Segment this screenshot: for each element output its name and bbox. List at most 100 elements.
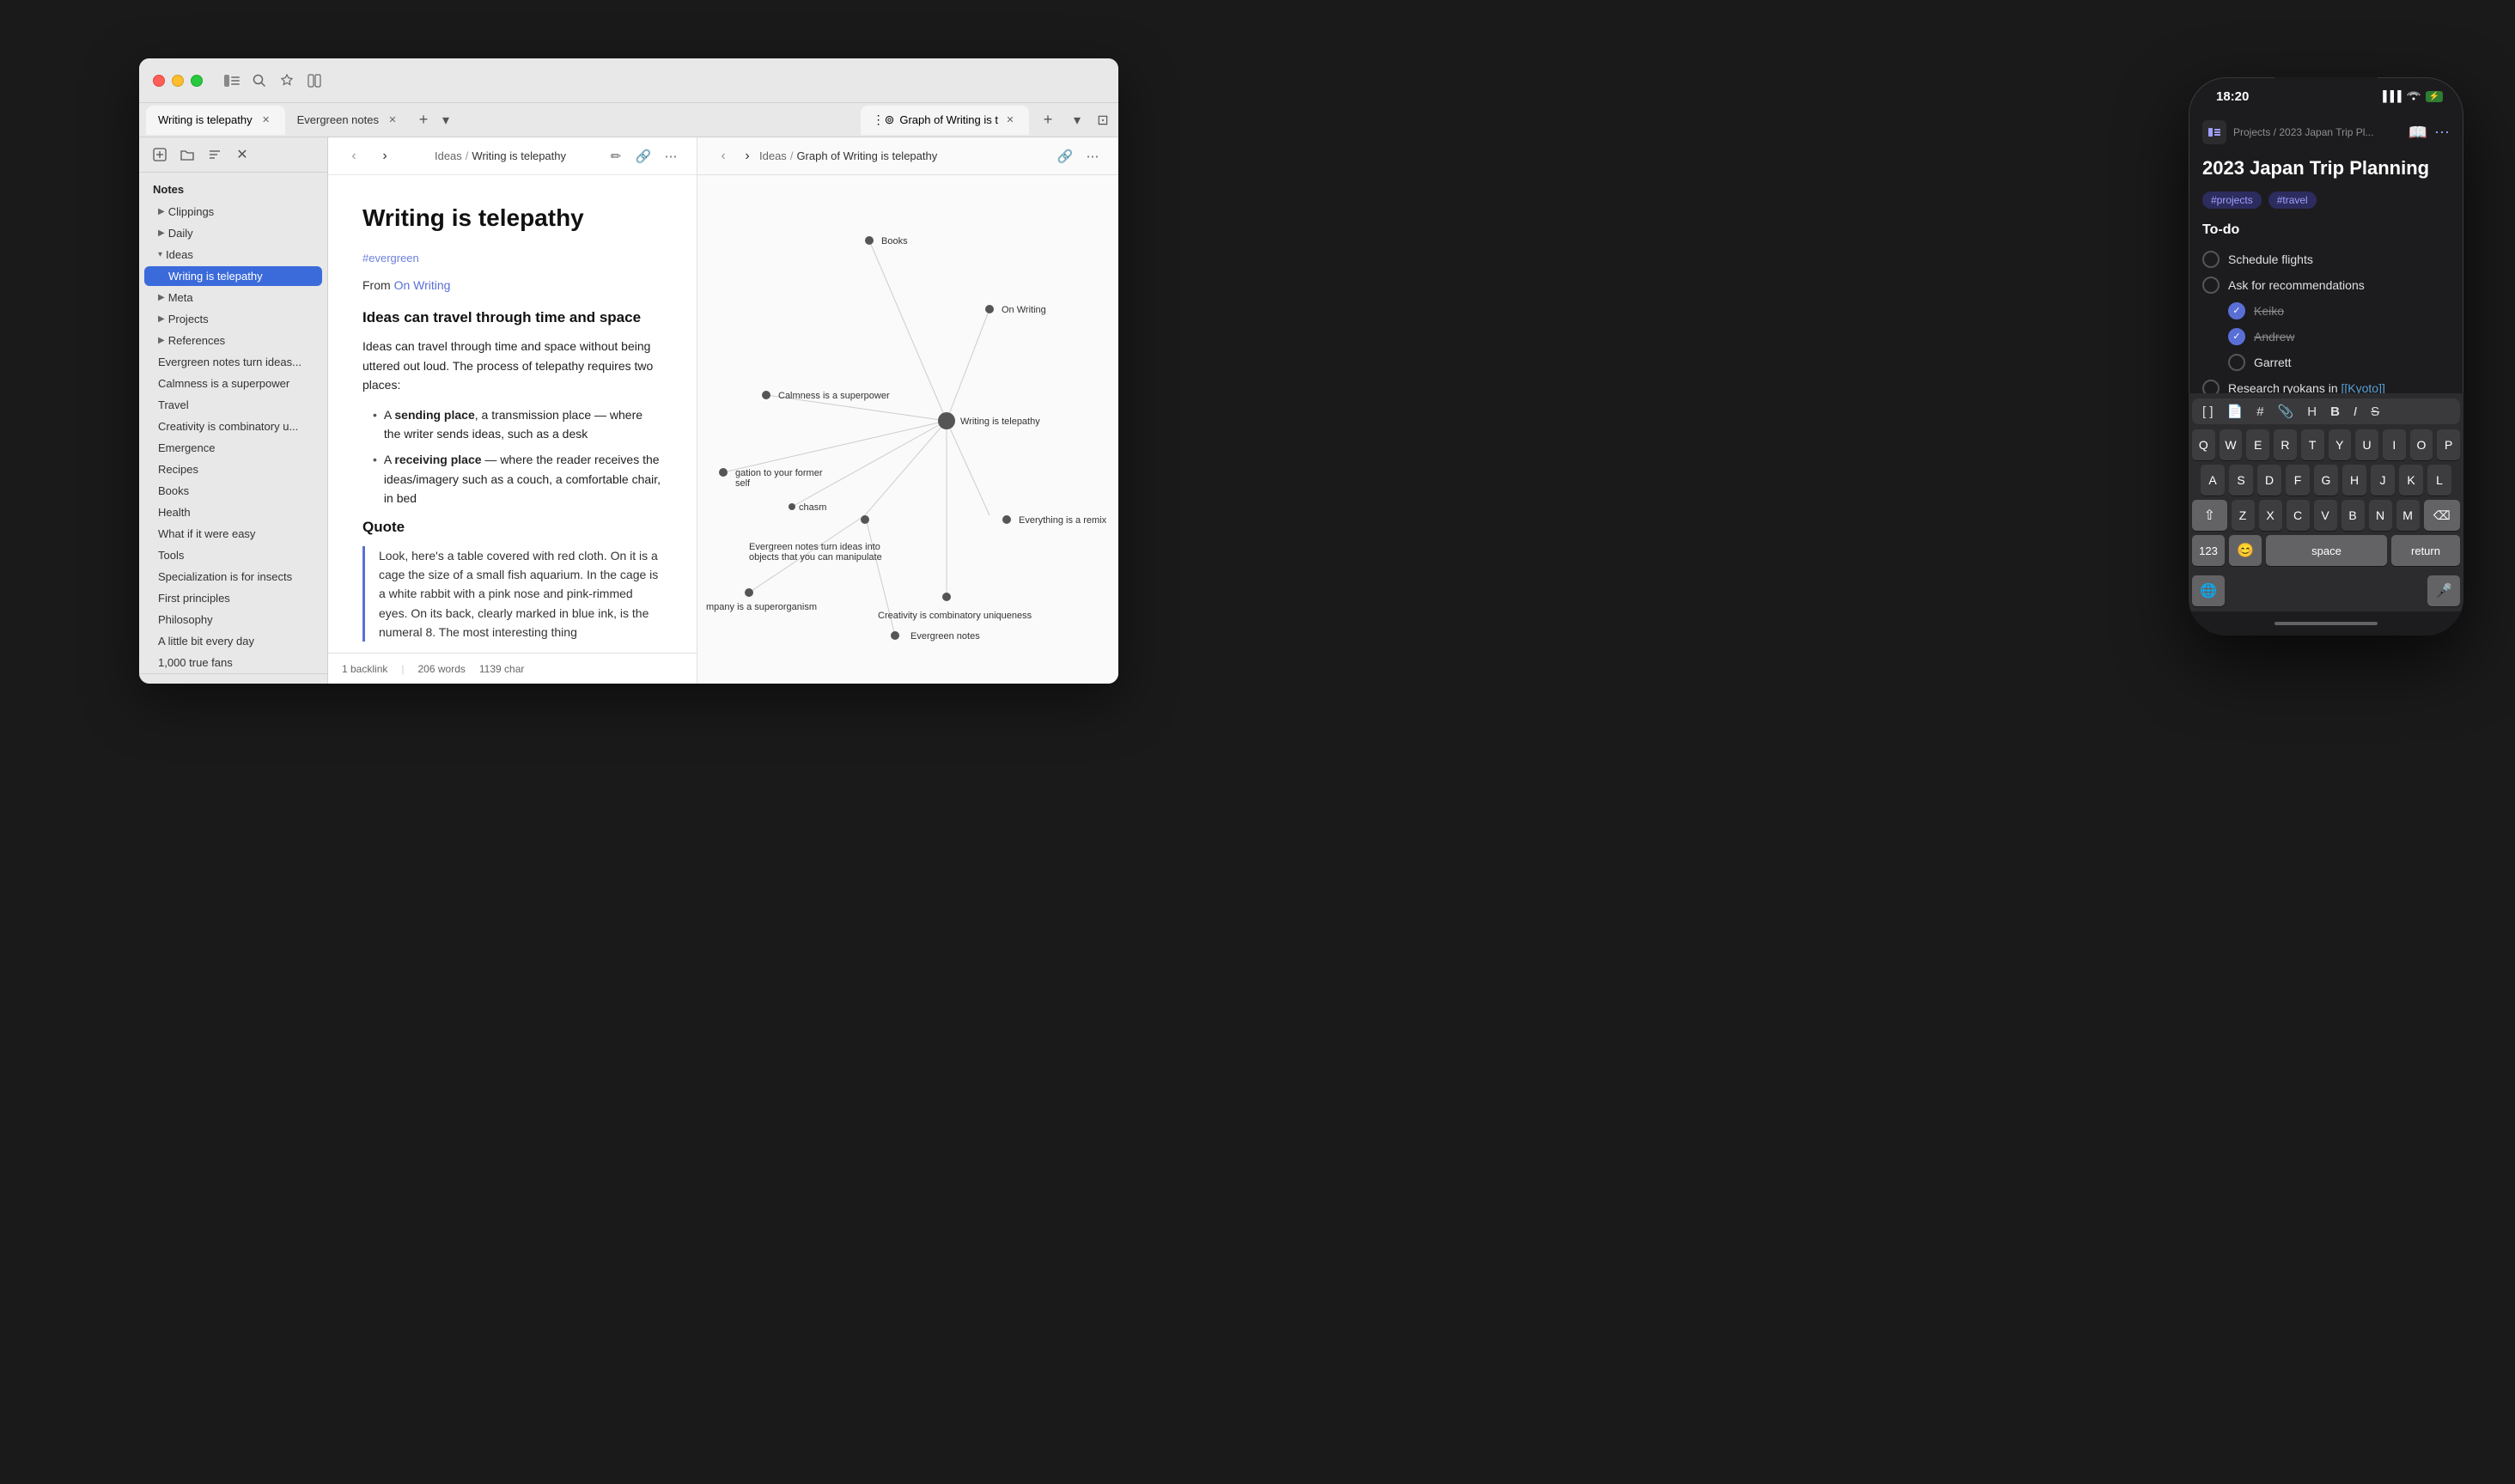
search-icon[interactable] — [251, 72, 268, 89]
tab-graph-close[interactable]: ✕ — [1003, 113, 1017, 127]
key-n[interactable]: N — [2369, 500, 2392, 531]
key-i[interactable]: I — [2383, 429, 2406, 460]
key-v[interactable]: V — [2314, 500, 2337, 531]
sidebar-item-projects[interactable]: ▶ Projects — [144, 309, 322, 329]
tabs-chevron-icon[interactable]: ▾ — [435, 110, 456, 131]
sidebar-item-clippings[interactable]: ▶ Clippings — [144, 202, 322, 222]
key-h[interactable]: H — [2342, 465, 2366, 496]
node-chasm[interactable]: chasm — [789, 502, 826, 513]
key-c[interactable]: C — [2287, 500, 2310, 531]
node-company[interactable]: mpany is a superorganism — [706, 588, 817, 612]
star-icon[interactable] — [278, 72, 295, 89]
tab-writing[interactable]: Writing is telepathy ✕ — [146, 106, 285, 135]
node-evergreen-ideas[interactable]: Evergreen notes turn ideas into objects … — [749, 515, 882, 563]
node-navigation[interactable]: gation to your former self — [719, 468, 823, 489]
sidebar-item-creativity[interactable]: Creativity is combinatory u... — [144, 417, 322, 436]
sidebar-item-ideas[interactable]: ▾ Ideas — [144, 245, 322, 265]
key-p[interactable]: P — [2437, 429, 2460, 460]
quick-open-icon[interactable]: ⊞ — [149, 681, 170, 684]
sidebar-item-specialization[interactable]: Specialization is for insects — [144, 567, 322, 587]
key-emoji[interactable]: 😊 — [2229, 535, 2262, 566]
iphone-tag-travel[interactable]: #travel — [2268, 192, 2317, 209]
sidebar-item-travel[interactable]: Travel — [144, 395, 322, 415]
checkbox-andrew[interactable] — [2228, 328, 2245, 345]
kb-bold-icon[interactable]: B — [2327, 403, 2343, 421]
note-from-link[interactable]: On Writing — [394, 278, 451, 292]
more-icon[interactable]: ⋯ — [659, 144, 683, 168]
key-g[interactable]: G — [2314, 465, 2338, 496]
key-u[interactable]: U — [2355, 429, 2378, 460]
sidebar-item-books[interactable]: Books — [144, 481, 322, 501]
new-tab-button[interactable]: + — [411, 108, 435, 132]
graph-canvas[interactable]: Books On Writing Calmness is a superpowe… — [697, 175, 1118, 684]
iphone-book-icon[interactable]: 📖 — [2408, 124, 2427, 142]
layout-split-icon[interactable]: ⊡ — [1094, 112, 1111, 129]
key-b[interactable]: B — [2341, 500, 2365, 531]
graph-link-icon[interactable]: 🔗 — [1053, 144, 1077, 168]
edit-icon[interactable]: ✏ — [604, 144, 628, 168]
back-button[interactable]: ‹ — [342, 144, 366, 168]
kb-bracket-icon[interactable]: [ ] — [2199, 403, 2217, 421]
minimize-button[interactable] — [172, 75, 184, 87]
sidebar-item-writing[interactable]: Writing is telepathy — [144, 266, 322, 286]
node-writing-active[interactable]: Writing is telepathy — [938, 412, 1040, 429]
kb-strikethrough-icon[interactable]: S — [2367, 403, 2383, 421]
key-y[interactable]: Y — [2329, 429, 2352, 460]
kb-tag-icon[interactable]: # — [2253, 403, 2267, 421]
checkbox-ask-recommendations[interactable] — [2202, 277, 2220, 294]
key-t[interactable]: T — [2301, 429, 2324, 460]
key-a[interactable]: A — [2201, 465, 2225, 496]
sidebar-item-little-bit[interactable]: A little bit every day — [144, 631, 322, 651]
new-graph-tab-button[interactable]: + — [1036, 108, 1060, 132]
graph-forward-button[interactable]: › — [735, 144, 759, 168]
sidebar-item-meta[interactable]: ▶ Meta — [144, 288, 322, 307]
kb-file-icon[interactable]: 📄 — [2224, 402, 2247, 421]
link-icon[interactable]: 🔗 — [631, 144, 655, 168]
node-on-writing[interactable]: On Writing — [985, 305, 1046, 315]
checkbox-keiko[interactable] — [2228, 302, 2245, 319]
forward-button[interactable]: › — [373, 144, 397, 168]
sidebar-item-health[interactable]: Health — [144, 502, 322, 522]
sidebar-toggle-icon[interactable] — [223, 72, 241, 89]
layout-icon[interactable] — [306, 72, 323, 89]
sort-icon[interactable] — [204, 144, 225, 165]
sidebar-item-references[interactable]: ▶ References — [144, 331, 322, 350]
kb-heading-icon[interactable]: H — [2304, 403, 2320, 421]
sidebar-item-evergreen-notes[interactable]: Evergreen notes turn ideas... — [144, 352, 322, 372]
sidebar-item-what-if[interactable]: What if it were easy — [144, 524, 322, 544]
folder-icon[interactable] — [177, 144, 198, 165]
help-icon[interactable]: ? — [180, 681, 201, 684]
node-calmness[interactable]: Calmness is a superpower — [762, 391, 890, 401]
tab-evergreen-close[interactable]: ✕ — [386, 113, 399, 127]
key-f[interactable]: F — [2286, 465, 2310, 496]
tab-writing-close[interactable]: ✕ — [259, 113, 273, 127]
breadcrumb-ideas[interactable]: Ideas — [435, 149, 462, 162]
fullscreen-button[interactable] — [191, 75, 203, 87]
sidebar-item-daily[interactable]: ▶ Daily — [144, 223, 322, 243]
sidebar-item-philosophy[interactable]: Philosophy — [144, 610, 322, 629]
new-note-icon[interactable] — [149, 144, 170, 165]
key-return[interactable]: return — [2391, 535, 2460, 566]
graph-tabs-chevron-icon[interactable]: ▾ — [1067, 110, 1087, 131]
sidebar-item-1000-fans[interactable]: 1,000 true fans — [144, 653, 322, 672]
key-w[interactable]: W — [2220, 429, 2243, 460]
graph-breadcrumb-ideas[interactable]: Ideas — [759, 149, 787, 162]
sidebar-item-first-principles[interactable]: First principles — [144, 588, 322, 608]
kb-italic-icon[interactable]: I — [2350, 403, 2360, 421]
settings-icon[interactable]: ⚙ — [211, 681, 232, 684]
key-e[interactable]: E — [2246, 429, 2269, 460]
todo-keiko[interactable]: Keiko — [2202, 298, 2450, 324]
key-m[interactable]: M — [2396, 500, 2420, 531]
key-s[interactable]: S — [2229, 465, 2253, 496]
graph-more-icon[interactable]: ⋯ — [1081, 144, 1105, 168]
todo-ryokans[interactable]: Research ryokans in [[Kyoto]] — [2202, 375, 2450, 393]
todo-ask-recommendations[interactable]: Ask for recommendations — [2202, 272, 2450, 298]
graph-back-button[interactable]: ‹ — [711, 144, 735, 168]
key-num[interactable]: 123 — [2192, 535, 2225, 566]
tab-graph[interactable]: ⋮⊚ Graph of Writing is t ✕ — [861, 106, 1029, 135]
key-d[interactable]: D — [2257, 465, 2281, 496]
key-z[interactable]: Z — [2232, 500, 2255, 531]
node-creativity[interactable]: Creativity is combinatory uniqueness — [878, 593, 1032, 621]
close-sidebar-icon[interactable]: ✕ — [232, 144, 253, 165]
checkbox-ryokans[interactable] — [2202, 380, 2220, 393]
